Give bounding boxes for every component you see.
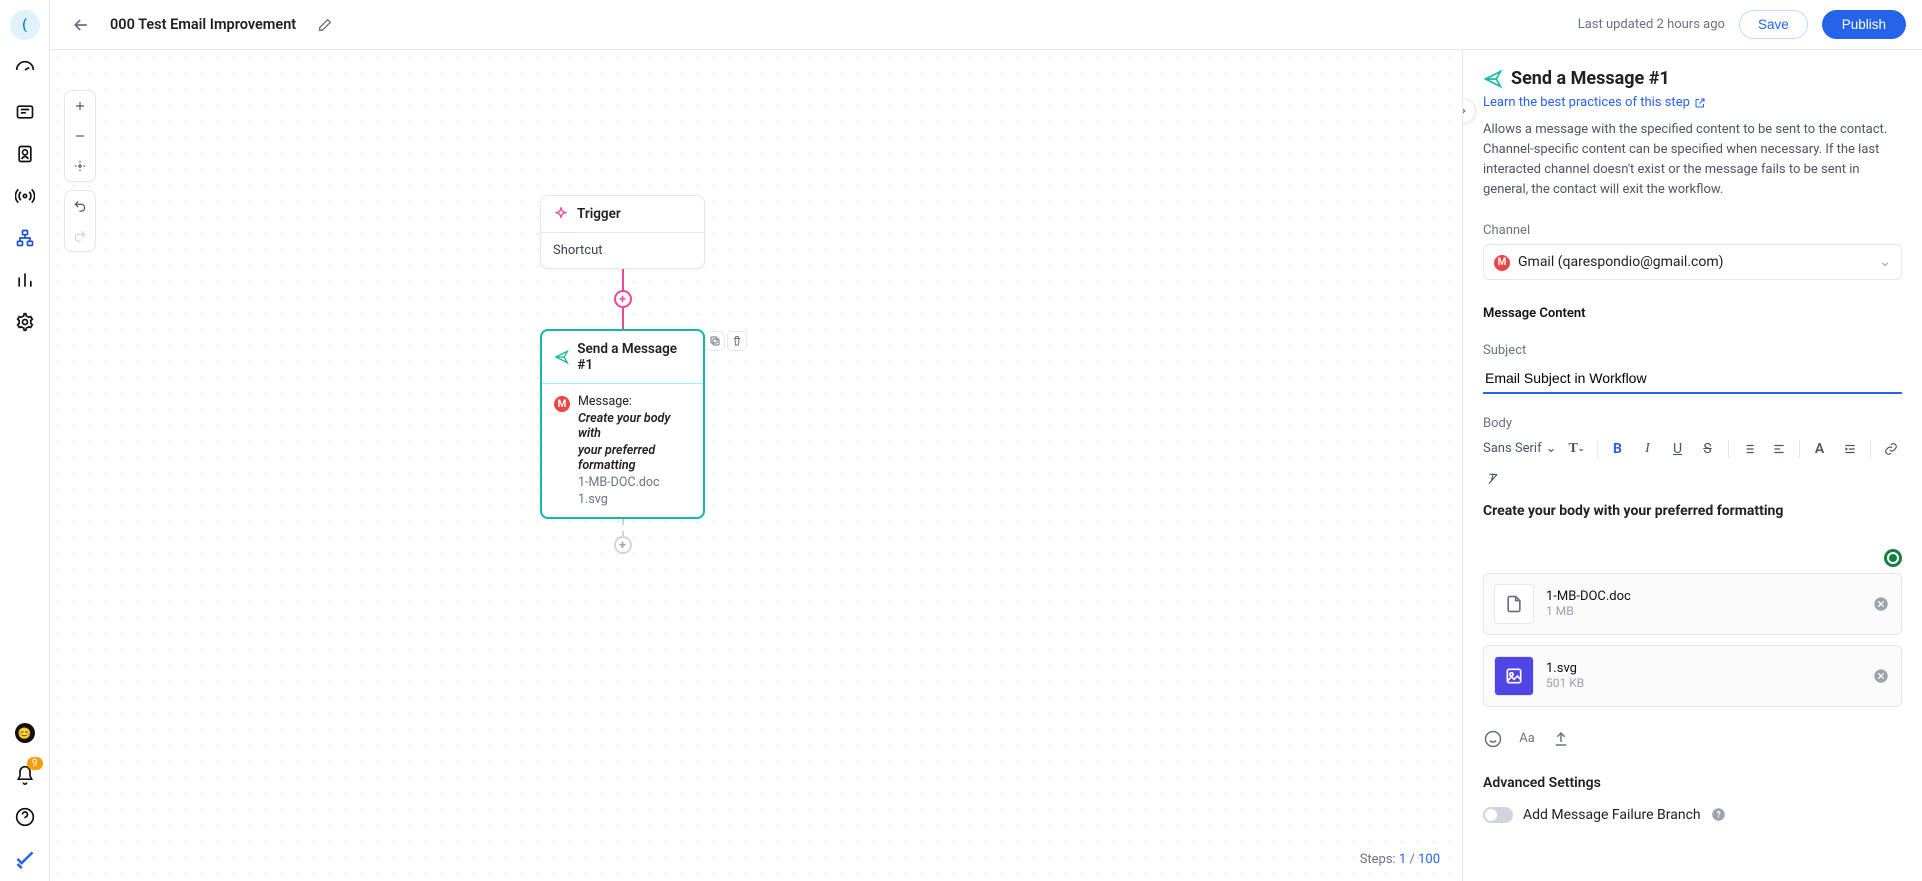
subject-label: Subject — [1483, 343, 1902, 358]
save-button[interactable]: Save — [1739, 10, 1808, 39]
brand-icon[interactable] — [13, 847, 37, 871]
indent-button[interactable] — [1840, 439, 1860, 459]
channel-label: Channel — [1483, 223, 1902, 238]
chevron-down-icon: ⌄ — [1546, 441, 1557, 456]
inbox-icon[interactable] — [13, 100, 37, 124]
gmail-icon: M — [554, 396, 570, 412]
body-label: Body — [1483, 416, 1902, 431]
workspace-avatar[interactable]: ( — [10, 10, 40, 40]
collapse-panel-button[interactable] — [1462, 98, 1476, 124]
remove-attachment-button[interactable] — [1871, 594, 1891, 614]
contacts-icon[interactable] — [13, 142, 37, 166]
chevron-down-icon: ⌄ — [1879, 254, 1891, 270]
left-rail: ( 😊 9 — [0, 0, 50, 881]
sparkle-icon — [553, 206, 569, 222]
grammarly-icon[interactable] — [1884, 549, 1902, 567]
attachment-item-1: 1-MB-DOC.doc 1 MB — [1483, 573, 1902, 635]
editor-toolbar: Sans Serif ⌄ T⌄ B I U S A — [1483, 439, 1902, 489]
workflows-icon[interactable] — [13, 226, 37, 250]
italic-button[interactable]: I — [1638, 439, 1658, 459]
panel-description: Allows a message with the specified cont… — [1483, 120, 1902, 201]
message-body-line1: Create your body with — [578, 411, 691, 441]
align-button[interactable] — [1769, 439, 1789, 459]
failure-branch-label: Add Message Failure Branch — [1523, 807, 1701, 823]
recenter-button[interactable] — [65, 151, 95, 181]
subject-input[interactable] — [1483, 364, 1902, 394]
attachment-name: 1.svg — [1546, 661, 1584, 676]
notifications-icon[interactable]: 9 — [13, 763, 37, 787]
send-icon — [1483, 69, 1503, 89]
attachment-name: 1-MB-DOC.doc — [1546, 589, 1631, 604]
workflow-canvas[interactable]: Trigger Shortcut + Send a Message #1 — [50, 50, 1462, 881]
list-button[interactable] — [1739, 439, 1759, 459]
emoji-button[interactable] — [1483, 729, 1503, 749]
edit-title-button[interactable] — [310, 10, 340, 40]
redo-button — [65, 221, 95, 251]
svg-text:?: ? — [1716, 811, 1721, 821]
trigger-title: Trigger — [577, 206, 621, 222]
reports-icon[interactable] — [13, 268, 37, 292]
body-editor[interactable]: Create your body with your preferred for… — [1483, 503, 1902, 563]
channel-value: Gmail (qarespondio@gmail.com) — [1518, 254, 1724, 270]
text-color-button[interactable]: A — [1810, 439, 1830, 459]
learn-link[interactable]: Learn the best practices of this step — [1483, 95, 1706, 110]
duplicate-node-button[interactable] — [705, 331, 725, 351]
panel-title: Send a Message #1 — [1511, 68, 1670, 89]
attachment-item-2: 1.svg 501 KB — [1483, 645, 1902, 707]
font-size-button[interactable]: T⌄ — [1567, 439, 1587, 459]
node-file-1: 1-MB-DOC.doc — [578, 475, 691, 490]
file-icon — [1494, 584, 1534, 624]
channel-selector[interactable]: M Gmail (qarespondio@gmail.com) ⌄ — [1483, 244, 1902, 280]
undo-button[interactable] — [65, 191, 95, 221]
broadcast-icon[interactable] — [13, 184, 37, 208]
delete-node-button[interactable] — [727, 331, 747, 351]
external-link-icon — [1694, 97, 1706, 109]
clear-format-button[interactable] — [1483, 469, 1503, 489]
steps-counter: Steps: 1 / 100 — [1360, 852, 1440, 867]
failure-branch-toggle[interactable] — [1483, 807, 1513, 823]
workflow-title: 000 Test Email Improvement — [110, 16, 296, 33]
last-updated-label: Last updated 2 hours ago — [1578, 17, 1725, 32]
notif-count-badge: 9 — [27, 757, 43, 770]
gmail-icon: M — [1494, 255, 1510, 271]
send-message-node-title: Send a Message #1 — [577, 341, 691, 373]
canvas-toolbar — [64, 90, 96, 252]
message-body-line2: your preferred formatting — [578, 443, 691, 473]
zoom-out-button[interactable] — [65, 121, 95, 151]
upload-button[interactable] — [1551, 729, 1571, 749]
bold-button[interactable]: B — [1608, 439, 1628, 459]
variable-button[interactable]: Aa — [1517, 729, 1537, 749]
user-avatar-icon[interactable]: 😊 — [13, 721, 37, 745]
font-family-picker[interactable]: Sans Serif ⌄ — [1483, 441, 1557, 456]
send-icon — [554, 349, 569, 365]
publish-button[interactable]: Publish — [1822, 10, 1906, 39]
advanced-settings-heading: Advanced Settings — [1483, 775, 1902, 791]
step-details-panel: Send a Message #1 Learn the best practic… — [1462, 50, 1922, 881]
add-step-button[interactable]: + — [614, 290, 632, 308]
add-step-below-button[interactable]: + — [614, 536, 632, 554]
zoom-in-button[interactable] — [65, 91, 95, 121]
trigger-subtitle: Shortcut — [541, 233, 704, 268]
attachment-size: 1 MB — [1546, 604, 1631, 618]
node-file-2: 1.svg — [578, 492, 691, 507]
remove-attachment-button[interactable] — [1871, 666, 1891, 686]
back-button[interactable] — [66, 10, 96, 40]
info-icon[interactable]: ? — [1711, 807, 1726, 822]
underline-button[interactable]: U — [1668, 439, 1688, 459]
attachment-size: 501 KB — [1546, 676, 1584, 690]
settings-icon[interactable] — [13, 310, 37, 334]
message-content-heading: Message Content — [1483, 306, 1902, 321]
help-icon[interactable] — [13, 805, 37, 829]
link-button[interactable] — [1881, 439, 1901, 459]
page-header: 000 Test Email Improvement Last updated … — [50, 0, 1922, 50]
message-label: Message: — [578, 394, 691, 409]
image-icon — [1494, 656, 1534, 696]
dashboard-icon[interactable] — [13, 58, 37, 82]
trigger-node[interactable]: Trigger Shortcut — [540, 195, 705, 269]
send-message-node[interactable]: Send a Message #1 M Message: Create your… — [540, 329, 705, 519]
strikethrough-button[interactable]: S — [1698, 439, 1718, 459]
